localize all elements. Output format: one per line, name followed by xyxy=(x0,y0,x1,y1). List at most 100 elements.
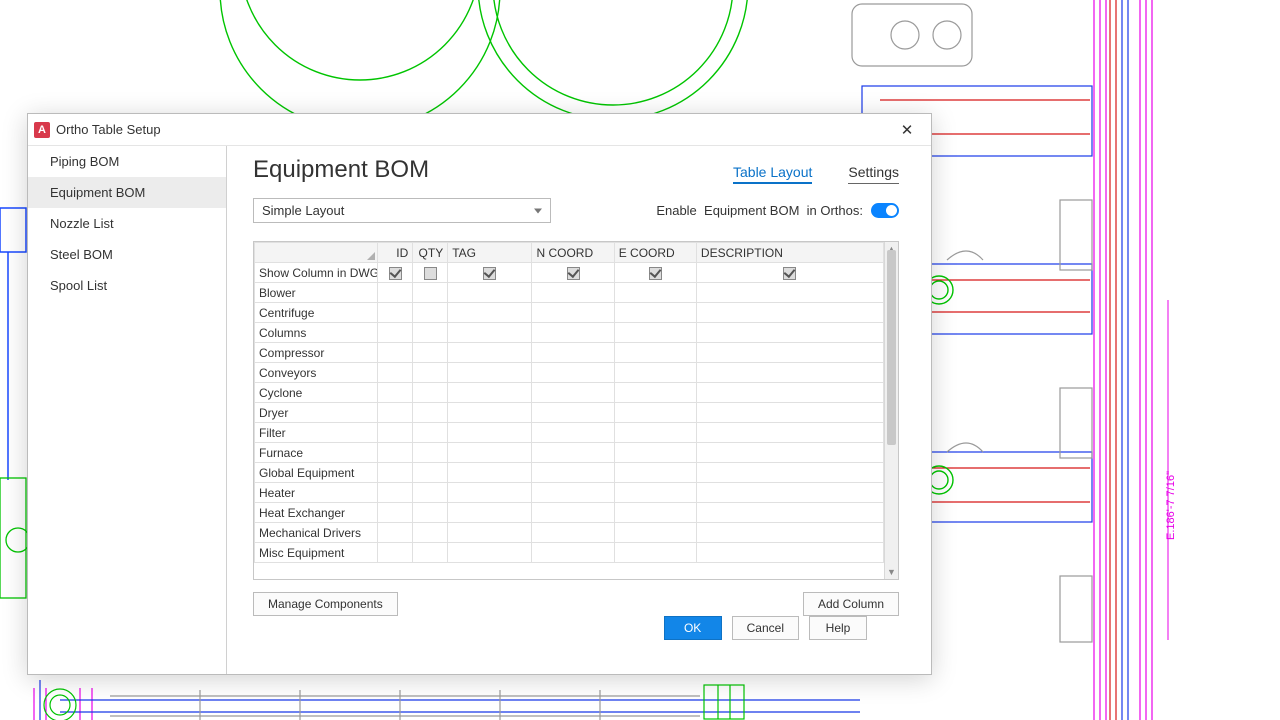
row-dryer[interactable]: Dryer xyxy=(255,403,378,423)
cell[interactable] xyxy=(413,343,448,363)
cell[interactable] xyxy=(378,423,413,443)
add-column-button[interactable]: Add Column xyxy=(803,592,899,616)
cell[interactable] xyxy=(614,303,696,323)
cell[interactable] xyxy=(532,383,614,403)
cell[interactable] xyxy=(614,283,696,303)
cell[interactable] xyxy=(532,403,614,423)
cell[interactable] xyxy=(614,443,696,463)
cell[interactable] xyxy=(448,403,532,423)
show-col-checkbox-2[interactable] xyxy=(448,263,532,283)
tab-settings[interactable]: Settings xyxy=(848,164,899,184)
cell[interactable] xyxy=(532,483,614,503)
cell[interactable] xyxy=(448,483,532,503)
col-header-description[interactable]: DESCRIPTION xyxy=(696,243,883,263)
cell[interactable] xyxy=(413,363,448,383)
cell[interactable] xyxy=(413,463,448,483)
cell[interactable] xyxy=(696,523,883,543)
cell[interactable] xyxy=(614,483,696,503)
cell[interactable] xyxy=(378,503,413,523)
cell[interactable] xyxy=(448,303,532,323)
cell[interactable] xyxy=(413,523,448,543)
cancel-button[interactable]: Cancel xyxy=(732,616,799,640)
scroll-down-icon[interactable]: ▼ xyxy=(885,565,898,579)
show-col-checkbox-5[interactable] xyxy=(696,263,883,283)
sidebar-item-equipment-bom[interactable]: Equipment BOM xyxy=(28,177,226,208)
col-header-tag[interactable]: TAG xyxy=(448,243,532,263)
cell[interactable] xyxy=(413,423,448,443)
cell[interactable] xyxy=(448,463,532,483)
cell[interactable] xyxy=(696,383,883,403)
cell[interactable] xyxy=(413,503,448,523)
cell[interactable] xyxy=(413,383,448,403)
row-compressor[interactable]: Compressor xyxy=(255,343,378,363)
cell[interactable] xyxy=(448,363,532,383)
cell[interactable] xyxy=(532,463,614,483)
cell[interactable] xyxy=(696,423,883,443)
cell[interactable] xyxy=(614,523,696,543)
show-col-checkbox-1[interactable] xyxy=(413,263,448,283)
grid-scrollbar[interactable]: ▲ ▼ xyxy=(884,242,898,579)
sidebar-item-spool-list[interactable]: Spool List xyxy=(28,270,226,301)
col-header-id[interactable]: ID xyxy=(378,243,413,263)
manage-components-button[interactable]: Manage Components xyxy=(253,592,398,616)
cell[interactable] xyxy=(696,483,883,503)
cell[interactable] xyxy=(696,403,883,423)
cell[interactable] xyxy=(448,283,532,303)
row-blower[interactable]: Blower xyxy=(255,283,378,303)
cell[interactable] xyxy=(614,543,696,563)
cell[interactable] xyxy=(696,463,883,483)
cell[interactable] xyxy=(448,423,532,443)
cell[interactable] xyxy=(378,543,413,563)
show-col-checkbox-4[interactable] xyxy=(614,263,696,283)
cell[interactable] xyxy=(378,323,413,343)
cell[interactable] xyxy=(448,323,532,343)
cell[interactable] xyxy=(696,303,883,323)
cell[interactable] xyxy=(378,363,413,383)
row-centrifuge[interactable]: Centrifuge xyxy=(255,303,378,323)
show-col-checkbox-3[interactable] xyxy=(532,263,614,283)
cell[interactable] xyxy=(378,383,413,403)
cell[interactable] xyxy=(614,363,696,383)
cell[interactable] xyxy=(696,323,883,343)
cell[interactable] xyxy=(532,283,614,303)
cell[interactable] xyxy=(448,383,532,403)
cell[interactable] xyxy=(448,543,532,563)
dialog-titlebar[interactable]: Ortho Table Setup ✕ xyxy=(28,114,931,146)
cell[interactable] xyxy=(532,343,614,363)
cell[interactable] xyxy=(696,543,883,563)
cell[interactable] xyxy=(378,523,413,543)
cell[interactable] xyxy=(614,323,696,343)
row-columns[interactable]: Columns xyxy=(255,323,378,343)
show-col-checkbox-0[interactable] xyxy=(378,263,413,283)
cell[interactable] xyxy=(378,463,413,483)
cell[interactable] xyxy=(532,303,614,323)
cell[interactable] xyxy=(448,503,532,523)
cell[interactable] xyxy=(413,303,448,323)
row-global-equipment[interactable]: Global Equipment xyxy=(255,463,378,483)
cell[interactable] xyxy=(413,403,448,423)
cell[interactable] xyxy=(614,423,696,443)
cell[interactable] xyxy=(378,343,413,363)
cell[interactable] xyxy=(378,403,413,423)
cell[interactable] xyxy=(448,343,532,363)
sidebar-item-nozzle-list[interactable]: Nozzle List xyxy=(28,208,226,239)
tab-table-layout[interactable]: Table Layout xyxy=(733,164,812,184)
cell[interactable] xyxy=(614,383,696,403)
row-misc-equipment[interactable]: Misc Equipment xyxy=(255,543,378,563)
row-cyclone[interactable]: Cyclone xyxy=(255,383,378,403)
help-button[interactable]: Help xyxy=(809,616,867,640)
cell[interactable] xyxy=(532,323,614,343)
cell[interactable] xyxy=(614,463,696,483)
cell[interactable] xyxy=(532,523,614,543)
cell[interactable] xyxy=(532,423,614,443)
grid-corner[interactable] xyxy=(255,243,378,263)
enable-toggle[interactable] xyxy=(871,203,899,218)
row-mechanical-drivers[interactable]: Mechanical Drivers xyxy=(255,523,378,543)
row-heater[interactable]: Heater xyxy=(255,483,378,503)
cell[interactable] xyxy=(378,483,413,503)
row-conveyors[interactable]: Conveyors xyxy=(255,363,378,383)
cell[interactable] xyxy=(532,543,614,563)
cell[interactable] xyxy=(378,443,413,463)
cell[interactable] xyxy=(378,283,413,303)
col-header-ecoord[interactable]: E COORD xyxy=(614,243,696,263)
